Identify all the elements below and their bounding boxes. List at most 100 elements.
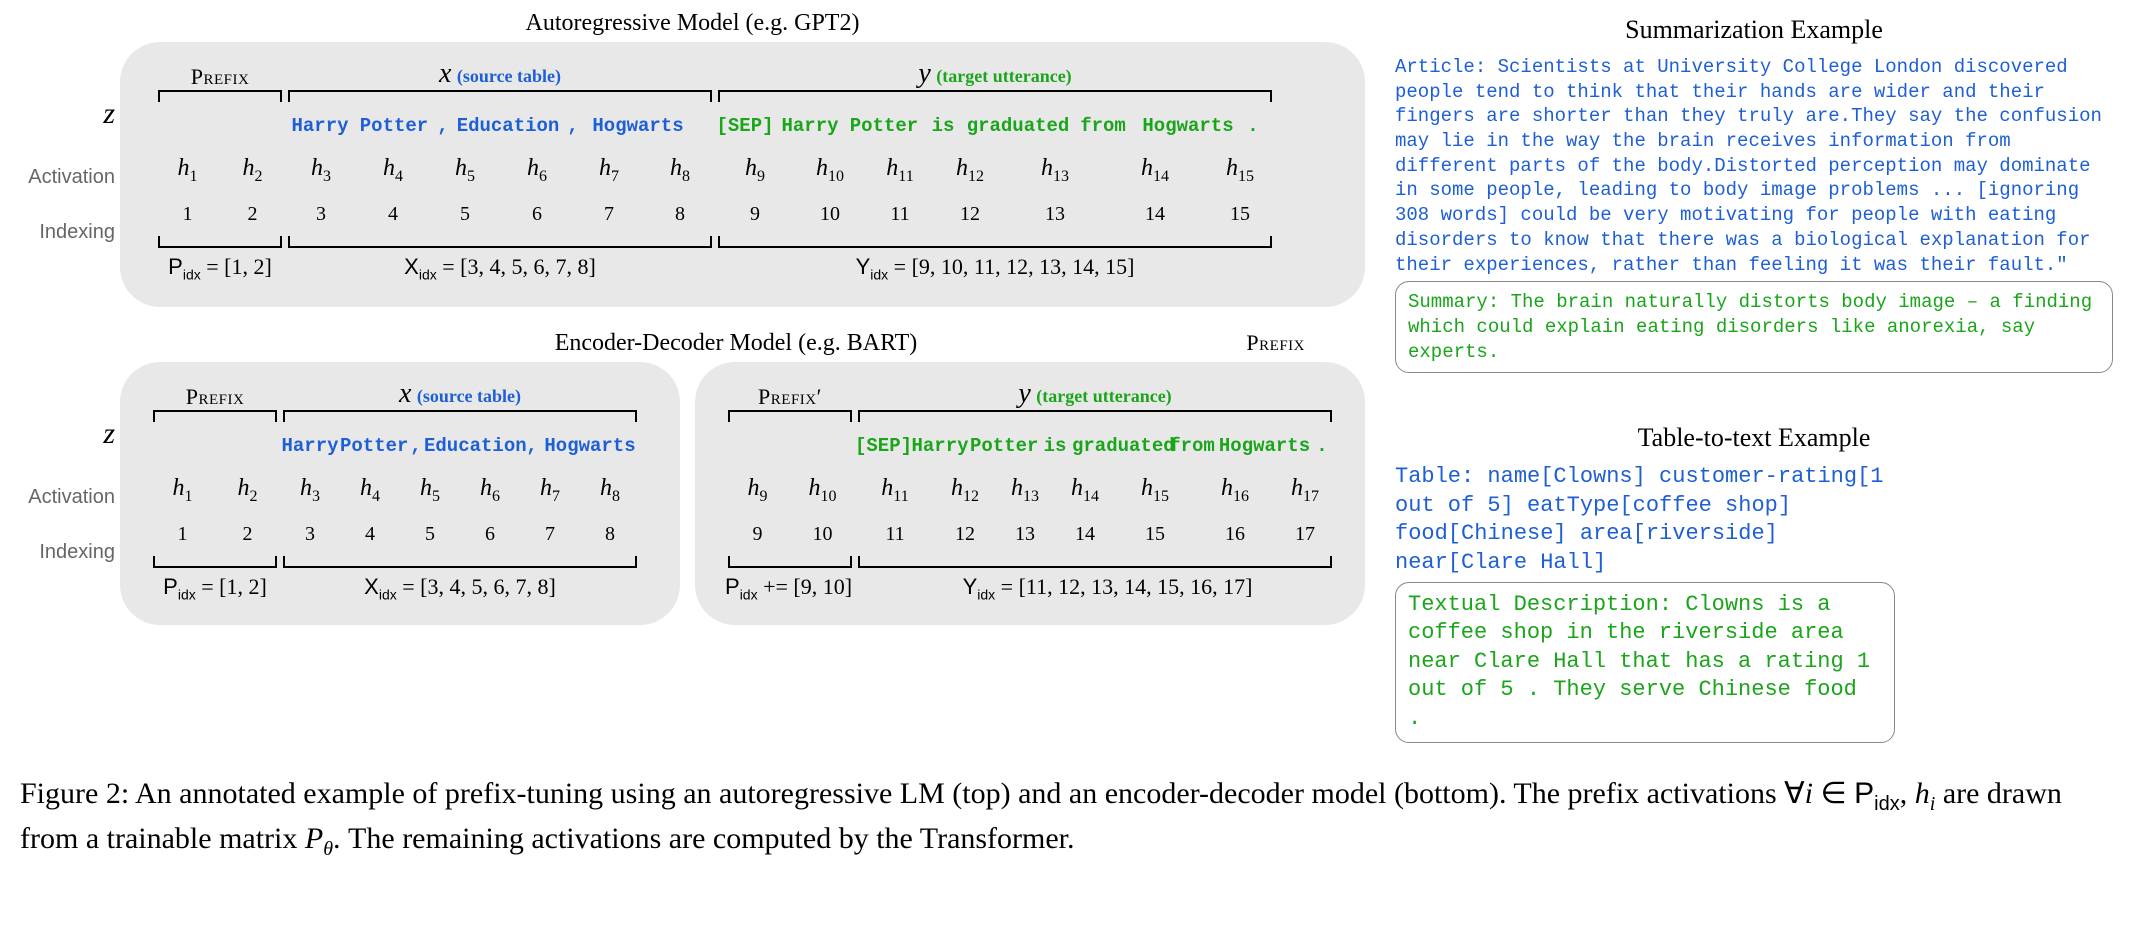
idx-cell: 16 [1195, 523, 1275, 546]
h-cell: h7 [520, 475, 580, 506]
idx-cell: 11 [855, 523, 935, 546]
h-cell: h8 [580, 475, 640, 506]
y-symbol: y [1018, 378, 1030, 409]
activation-row-top: h1 h2 h3 h4 h5 h6 h7 h8 h9 h10 h11 h12 h… [155, 148, 1330, 192]
idx-cell: 8 [645, 203, 715, 226]
x-symbol: x [439, 58, 451, 89]
token: is [1038, 435, 1072, 457]
h-cell: h15 [1205, 155, 1275, 186]
formula-row-top: Pidx = [1, 2] Xidx = [3, 4, 5, 6, 7, 8] … [155, 254, 1330, 282]
x-symbol: x [399, 378, 411, 409]
idx-cell: 3 [280, 523, 340, 546]
formula-row-dec: Pidx += [9, 10] Yidx = [11, 12, 13, 14, … [725, 574, 1335, 602]
table-to-text-block: Table-to-text Example Table: name[Clowns… [1395, 423, 2113, 742]
bracket-y [718, 90, 1272, 102]
idx-cell: 7 [520, 523, 580, 546]
idx-cell: 10 [795, 203, 865, 226]
bracket-dec [725, 410, 1335, 424]
bracket-yidx [718, 236, 1272, 248]
idx-cell: 17 [1275, 523, 1335, 546]
h-cell: h10 [795, 155, 865, 186]
h-cell: h10 [790, 475, 855, 506]
idx-cell: 12 [935, 203, 1005, 226]
idx-cell: 5 [400, 523, 460, 546]
indexing-label: Indexing [25, 541, 115, 564]
token: Harry [280, 435, 340, 457]
token: from [1073, 115, 1133, 137]
summarization-block: Article: Scientists at University Colleg… [1395, 55, 2113, 373]
activation-label: Activation [25, 486, 115, 509]
target-utterance-anno: (target utterance) [936, 66, 1071, 86]
h-cell: h5 [429, 155, 501, 186]
h-cell: h3 [285, 155, 357, 186]
token: graduated [963, 115, 1073, 137]
token: is [923, 115, 963, 137]
y-idx-formula: Yidx = [9, 10, 11, 12, 13, 14, 15] [715, 254, 1275, 282]
h-cell: h6 [460, 475, 520, 506]
idx-cell: 9 [715, 203, 795, 226]
bracket-xidx [288, 236, 712, 248]
token: Harry [910, 435, 970, 457]
x-idx-formula: Xidx = [3, 4, 5, 6, 7, 8] [285, 254, 715, 282]
idx-cell: 6 [460, 523, 520, 546]
idx-cell: 7 [573, 203, 645, 226]
h-cell: h15 [1115, 475, 1195, 506]
idx-cell: 15 [1205, 203, 1275, 226]
token: Hogwarts [1133, 115, 1243, 137]
token-row-top: Harry Potter , Education , Hogwarts [SEP… [155, 104, 1330, 148]
idx-cell: 14 [1055, 523, 1115, 546]
x-idx-formula: Xidx = [3, 4, 5, 6, 7, 8] [280, 574, 640, 602]
source-table-anno: (source table) [457, 66, 561, 86]
h-cell: h17 [1275, 475, 1335, 506]
token: Potter [845, 115, 923, 137]
bracket-prefix [158, 90, 282, 102]
h-cell: h13 [995, 475, 1055, 506]
description-text: Textual Description: Clowns is a coffee … [1395, 582, 1895, 743]
idx-cell: 14 [1105, 203, 1205, 226]
h-cell: h6 [501, 155, 573, 186]
activation-row-enc: h1 h2 h3 h4 h5 h6 h7 h8 [150, 468, 650, 512]
idx-cell: 8 [580, 523, 640, 546]
token: Harry [285, 115, 355, 137]
prefix-header: Prefix [186, 384, 245, 409]
idx-cell: 9 [725, 523, 790, 546]
article-text: Article: Scientists at University Colleg… [1395, 56, 2102, 276]
bracket [728, 410, 852, 422]
right-column: Summarization Example Article: Scientist… [1395, 10, 2113, 743]
h-cell: h9 [725, 475, 790, 506]
token: Hogwarts [540, 435, 640, 457]
table-text: Table: name[Clowns] customer-rating[1 ou… [1395, 464, 1883, 575]
prefix-header: Prefix [191, 64, 250, 89]
left-column: Autoregressive Model (e.g. GPT2) z Activ… [20, 10, 1365, 743]
encoder-box: Encoder-Decoder Model (e.g. BART) Prefix… [120, 362, 680, 624]
token: from [1167, 435, 1217, 457]
under-bracket-enc [150, 556, 650, 570]
h-cell: h3 [280, 475, 340, 506]
row-labels-top: z Activation Indexing [25, 42, 115, 244]
sep-token: [SEP] [715, 115, 775, 137]
decoder-box: Prefix Prefix′ y (target utterance) [SEP… [695, 362, 1365, 624]
bracket [858, 556, 1332, 568]
sep-token: [SEP] [855, 435, 910, 457]
p-idx-plus-formula: Pidx += [9, 10] [725, 574, 880, 602]
idx-cell: 4 [340, 523, 400, 546]
indexing-row-top: 1 2 3 4 5 6 7 8 9 10 11 12 13 14 15 [155, 192, 1330, 236]
token: . [1243, 115, 1263, 137]
summary-text: Summary: The brain naturally distorts bo… [1395, 281, 2113, 373]
h-cell: h12 [935, 155, 1005, 186]
h-cell: h1 [155, 155, 220, 186]
z-label: z [25, 97, 115, 131]
y-symbol: y [918, 58, 930, 89]
h-cell: h4 [340, 475, 400, 506]
indexing-label: Indexing [25, 221, 115, 244]
bracket [728, 556, 852, 568]
h-cell: h2 [220, 155, 285, 186]
caption-ptheta: Pθ [305, 822, 333, 855]
h-cell: h13 [1005, 155, 1105, 186]
encdec-title: Encoder-Decoder Model (e.g. BART) [555, 330, 918, 357]
h-cell: h9 [715, 155, 795, 186]
idx-cell: 6 [501, 203, 573, 226]
summarization-title: Summarization Example [1395, 15, 2113, 45]
token: graduated [1072, 435, 1167, 457]
idx-cell: 5 [429, 203, 501, 226]
